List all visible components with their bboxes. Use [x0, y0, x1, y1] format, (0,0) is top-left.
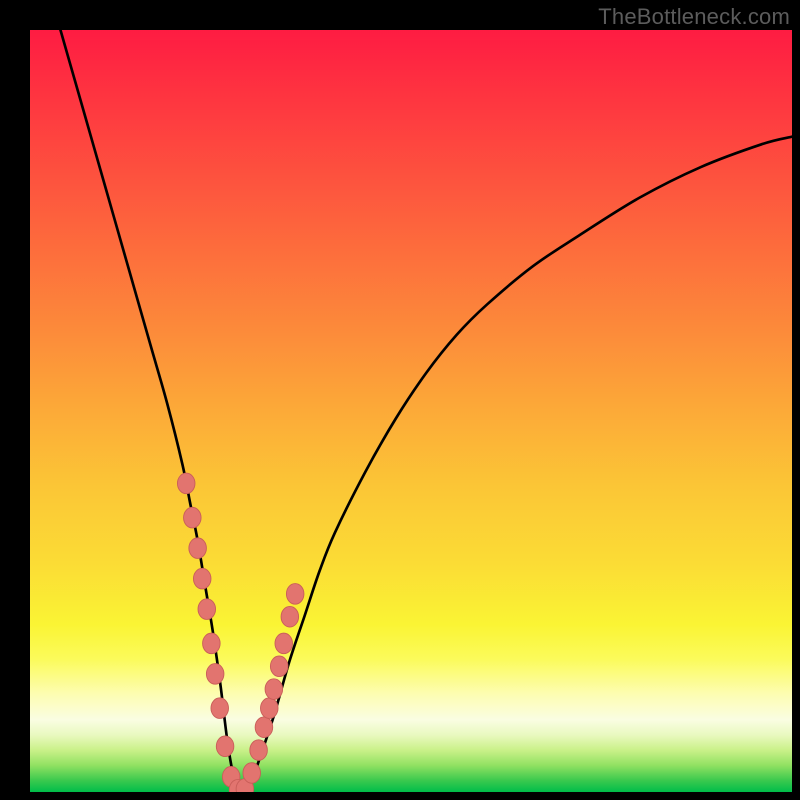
marker-dot	[189, 538, 207, 559]
marker-dot	[255, 717, 273, 738]
marker-dot	[206, 664, 224, 685]
marker-dot	[216, 736, 234, 757]
marker-dot	[286, 584, 304, 605]
marker-dot	[250, 740, 268, 761]
marker-dot	[243, 763, 261, 784]
marker-dot	[193, 568, 211, 589]
marker-dot	[275, 633, 293, 654]
marker-dot	[211, 698, 229, 719]
marker-dot	[184, 507, 202, 528]
marker-dot	[265, 679, 283, 700]
marker-dot	[270, 656, 288, 677]
outer-frame: TheBottleneck.com	[0, 0, 800, 800]
marker-dot	[198, 599, 216, 620]
chart-svg	[30, 30, 792, 792]
highlight-dots	[177, 473, 303, 792]
marker-dot	[281, 606, 299, 627]
bottleneck-curve	[60, 30, 792, 792]
watermark-text: TheBottleneck.com	[598, 4, 790, 30]
marker-dot	[203, 633, 221, 654]
marker-dot	[177, 473, 195, 494]
marker-dot	[261, 698, 279, 719]
plot-area	[30, 30, 792, 792]
